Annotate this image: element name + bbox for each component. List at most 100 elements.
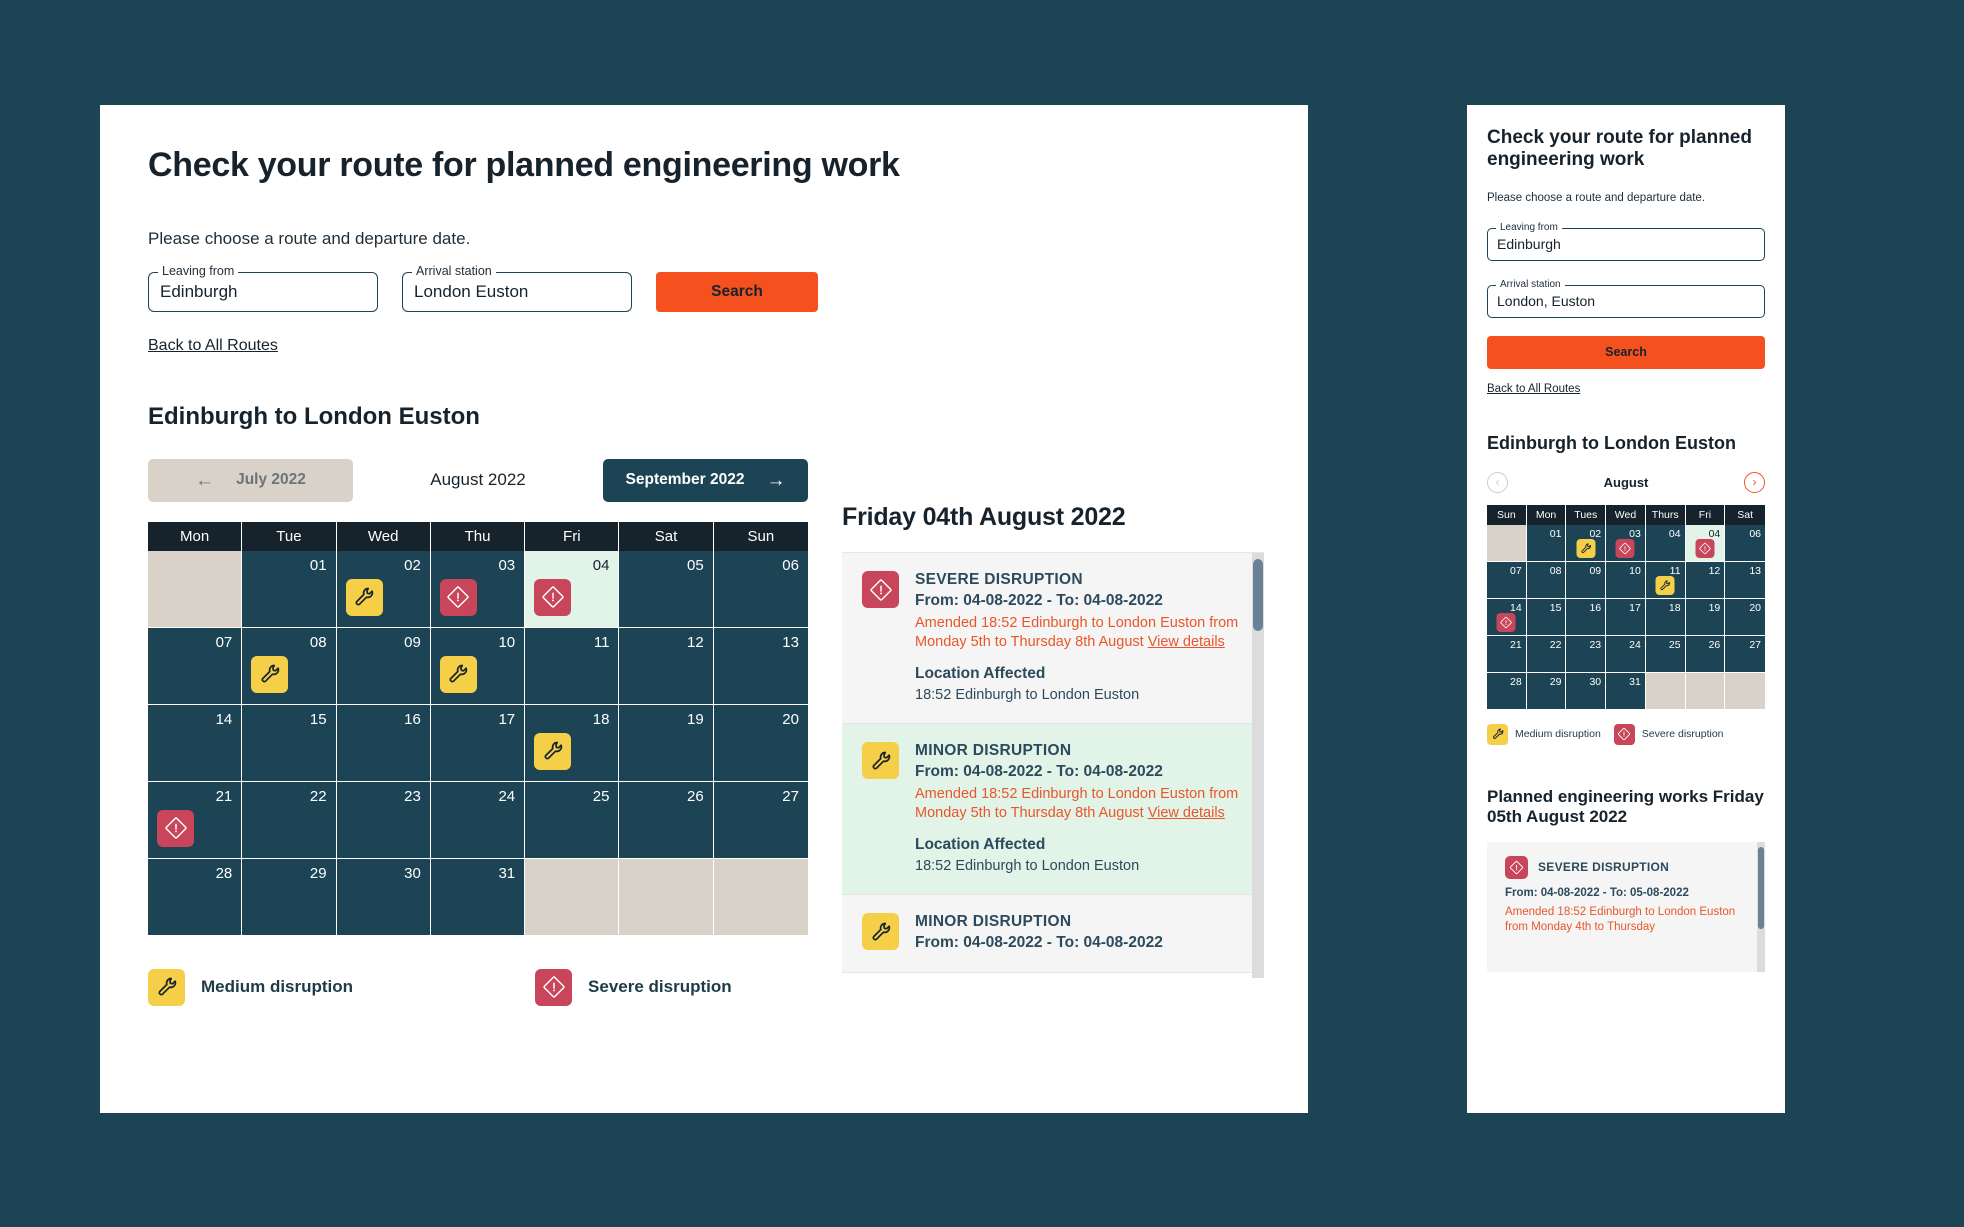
mobile-calendar-day-25[interactable]: 25: [1645, 635, 1686, 673]
disruption-card[interactable]: MINOR DISRUPTION From: 04-08-2022 - To: 0…: [842, 724, 1264, 896]
mobile-calendar-day-11[interactable]: 11: [1645, 561, 1686, 599]
calendar-day-24[interactable]: 24: [430, 781, 526, 859]
disruption-card[interactable]: MINOR DISRUPTION From: 04-08-2022 - To: 0…: [842, 895, 1264, 974]
mobile-calendar-day-20[interactable]: 20: [1725, 598, 1765, 636]
calendar-day-16[interactable]: 16: [336, 704, 431, 782]
calendar-day-23[interactable]: 23: [336, 781, 431, 859]
mobile-calendar-day-03[interactable]: 03: [1606, 524, 1646, 562]
calendar-day-31[interactable]: 31: [430, 858, 526, 936]
next-month-button[interactable]: September 2022 →: [603, 458, 808, 502]
calendar-day-09[interactable]: 09: [336, 627, 431, 705]
mobile-calendar-day-number: 31: [1629, 675, 1641, 688]
calendar-weekday-wed: Wed: [336, 521, 431, 551]
disruption-card[interactable]: SEVERE DISRUPTION From: 04-08-2022 - To: …: [842, 553, 1264, 725]
leaving-from-field[interactable]: Leaving from: [148, 263, 378, 312]
mobile-calendar-day-02[interactable]: 02: [1566, 524, 1607, 562]
calendar-day-06[interactable]: 06: [713, 550, 808, 628]
disruption-list[interactable]: SEVERE DISRUPTION From: 04-08-2022 - To: …: [842, 552, 1264, 978]
calendar-day-03[interactable]: 03: [430, 550, 526, 628]
mobile-calendar-day-12[interactable]: 12: [1685, 561, 1726, 599]
calendar-day-20[interactable]: 20: [713, 704, 808, 782]
calendar-day-07[interactable]: 07: [148, 627, 243, 705]
calendar-day-08[interactable]: 08: [242, 627, 337, 705]
view-details-link[interactable]: View details: [1148, 805, 1225, 821]
mobile-disruption-list-scrollbar-thumb[interactable]: [1758, 846, 1764, 929]
mobile-calendar-day-30[interactable]: 30: [1566, 672, 1607, 710]
calendar-day-01[interactable]: 01: [242, 550, 337, 628]
mobile-leaving-from-input[interactable]: [1497, 236, 1755, 253]
calendar-day-19[interactable]: 19: [619, 704, 714, 782]
calendar-day-29[interactable]: 29: [242, 858, 337, 936]
mobile-search-button[interactable]: Search: [1487, 335, 1765, 369]
mobile-calendar-day-01[interactable]: 01: [1526, 524, 1567, 562]
calendar-day-05[interactable]: 05: [619, 550, 714, 628]
mobile-calendar-day-09[interactable]: 09: [1566, 561, 1607, 599]
calendar-day-number: 29: [309, 864, 327, 882]
mobile-calendar-day-26[interactable]: 26: [1685, 635, 1726, 673]
previous-month-button[interactable]: ← July 2022: [148, 458, 353, 502]
mobile-disruption-list[interactable]: SEVERE DISRUPTION From: 04-08-2022 - To: …: [1487, 841, 1765, 972]
calendar-day-14[interactable]: 14: [148, 704, 243, 782]
mobile-calendar-weekday-mon: Mon: [1526, 504, 1567, 525]
mobile-calendar-day-04[interactable]: 04: [1685, 524, 1726, 562]
search-button[interactable]: Search: [656, 271, 818, 312]
calendar-day-22[interactable]: 22: [242, 781, 337, 859]
mobile-disruption-list-scrollbar-track[interactable]: [1757, 841, 1765, 972]
mobile-calendar-day-06[interactable]: 06: [1725, 524, 1765, 562]
mobile-calendar-day-17[interactable]: 17: [1606, 598, 1646, 636]
mobile-leaving-from-field[interactable]: Leaving from: [1487, 221, 1765, 261]
mobile-calendar-day-28[interactable]: 28: [1487, 672, 1527, 710]
medium-disruption-icon: [251, 655, 289, 693]
calendar-day-27[interactable]: 27: [713, 781, 808, 859]
calendar-day-25[interactable]: 25: [525, 781, 620, 859]
calendar-day-12[interactable]: 12: [619, 627, 714, 705]
calendar-day-26[interactable]: 26: [619, 781, 714, 859]
mobile-previous-month-button[interactable]: ‹: [1487, 471, 1508, 493]
calendar-day-15[interactable]: 15: [242, 704, 337, 782]
medium-disruption-icon: [862, 742, 899, 780]
mobile-calendar-day-15[interactable]: 15: [1526, 598, 1567, 636]
calendar-day-number: 17: [498, 710, 516, 728]
mobile-calendar-day-22[interactable]: 22: [1526, 635, 1567, 673]
mobile-calendar-day-number: 04: [1668, 527, 1681, 540]
mobile-calendar-day-07[interactable]: 07: [1487, 561, 1527, 599]
mobile-calendar-day-27[interactable]: 27: [1725, 635, 1765, 673]
calendar-day-28[interactable]: 28: [148, 858, 243, 936]
mobile-calendar-day-number: 23: [1589, 638, 1602, 651]
mobile-calendar-day-14[interactable]: 14: [1487, 598, 1527, 636]
disruption-list-scrollbar-track[interactable]: [1252, 553, 1264, 978]
mobile-calendar-day-31[interactable]: 31: [1606, 672, 1646, 710]
calendar-day-10[interactable]: 10: [430, 627, 526, 705]
calendar-day-21[interactable]: 21: [148, 781, 243, 859]
view-details-link[interactable]: View details: [1148, 634, 1225, 650]
mobile-calendar-day-21[interactable]: 21: [1487, 635, 1527, 673]
mobile-back-to-all-routes-link[interactable]: Back to All Routes: [1487, 383, 1580, 395]
disruption-list-scrollbar-thumb[interactable]: [1253, 559, 1263, 631]
mobile-calendar-day-08[interactable]: 08: [1526, 561, 1567, 599]
mobile-calendar-day-23[interactable]: 23: [1566, 635, 1607, 673]
calendar-day-30[interactable]: 30: [336, 858, 431, 936]
mobile-arrival-station-input[interactable]: [1497, 293, 1755, 310]
leaving-from-input[interactable]: [160, 281, 366, 302]
arrival-station-field[interactable]: Arrival station: [402, 263, 632, 312]
calendar-day-13[interactable]: 13: [713, 627, 808, 705]
mobile-calendar-day-13[interactable]: 13: [1725, 561, 1765, 599]
back-to-all-routes-link[interactable]: Back to All Routes: [148, 337, 278, 355]
mobile-calendar-day-18[interactable]: 18: [1645, 598, 1686, 636]
mobile-calendar-day-16[interactable]: 16: [1566, 598, 1607, 636]
mobile-calendar-day-10[interactable]: 10: [1606, 561, 1646, 599]
mobile-next-month-button[interactable]: ›: [1744, 471, 1765, 493]
mobile-calendar-day-19[interactable]: 19: [1685, 598, 1726, 636]
mobile-calendar-day-04[interactable]: 04: [1645, 524, 1686, 562]
arrival-station-input[interactable]: [414, 281, 620, 302]
mobile-arrival-station-field[interactable]: Arrival station: [1487, 278, 1765, 318]
calendar-day-11[interactable]: 11: [525, 627, 620, 705]
calendar-day-04[interactable]: 04: [525, 550, 620, 628]
calendar-day-02[interactable]: 02: [336, 550, 431, 628]
mobile-disruption-card[interactable]: SEVERE DISRUPTION From: 04-08-2022 - To: …: [1487, 842, 1765, 935]
calendar-day-17[interactable]: 17: [430, 704, 526, 782]
mobile-calendar-day-29[interactable]: 29: [1526, 672, 1567, 710]
calendar-day-18[interactable]: 18: [525, 704, 620, 782]
mobile-calendar-day-24[interactable]: 24: [1606, 635, 1646, 673]
medium-disruption-icon: [1576, 538, 1596, 558]
